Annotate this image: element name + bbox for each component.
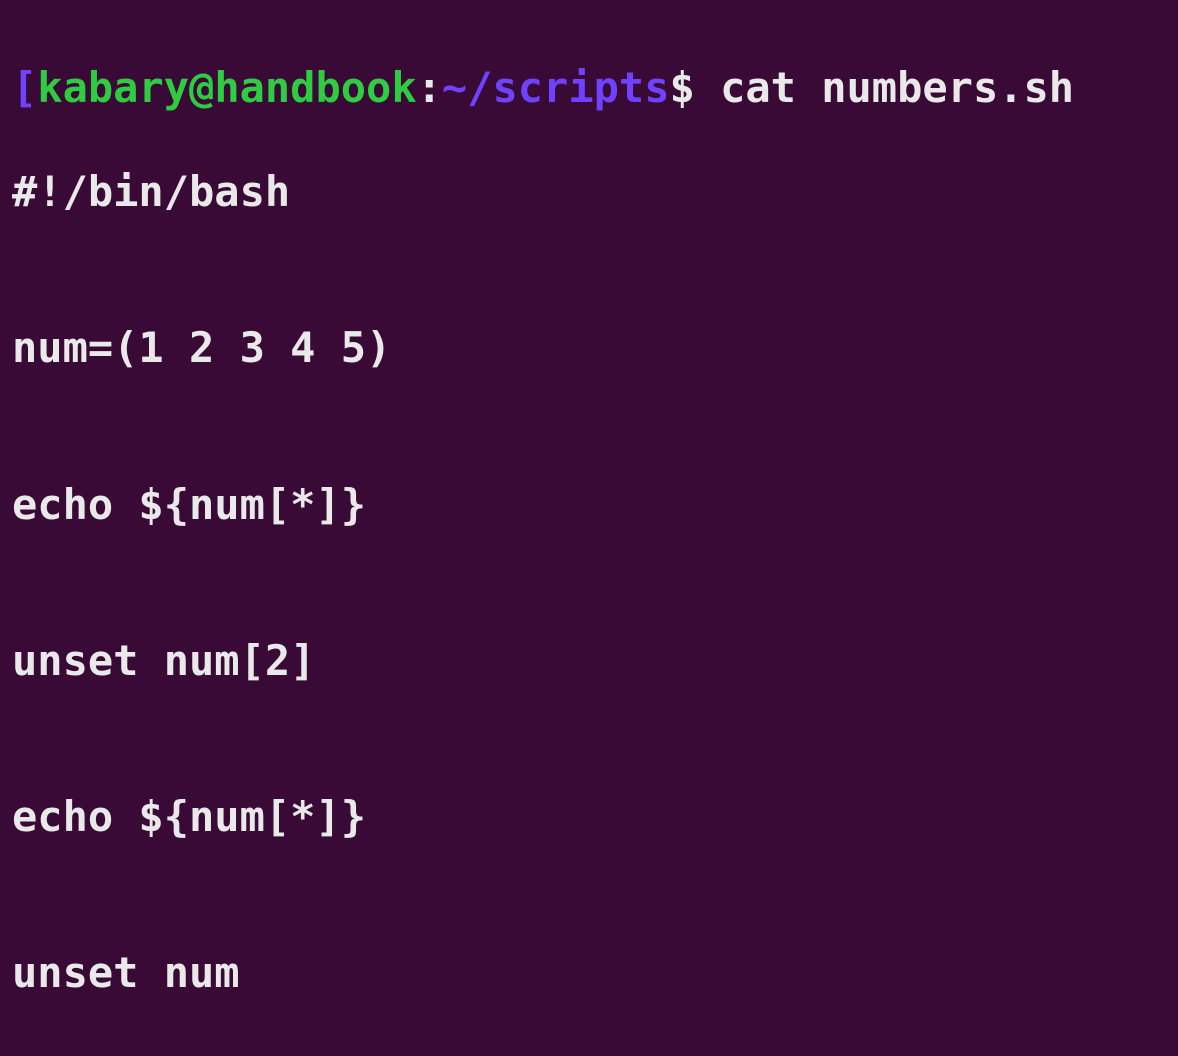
prompt-colon: : (417, 63, 442, 112)
script-line-9: echo ${num[*]} (12, 791, 1166, 843)
script-line-1: #!/bin/bash (12, 166, 1166, 218)
script-line-3: num=(1 2 3 4 5) (12, 322, 1166, 374)
prompt-host: handbook (214, 63, 416, 112)
prompt-bracket: [ (12, 63, 37, 112)
prompt-line-1: [kabary@handbook:~/scripts$ cat numbers.… (12, 62, 1166, 114)
prompt-at: @ (189, 63, 214, 112)
prompt-dollar: $ (669, 63, 694, 112)
prompt-path: ~/scripts (442, 63, 670, 112)
command-cat[interactable]: cat numbers.sh (720, 63, 1074, 112)
terminal[interactable]: [kabary@handbook:~/scripts$ cat numbers.… (0, 0, 1178, 1056)
script-line-5: echo ${num[*]} (12, 479, 1166, 531)
prompt-user: kabary (37, 63, 189, 112)
script-line-7: unset num[2] (12, 635, 1166, 687)
script-line-11: unset num (12, 947, 1166, 999)
